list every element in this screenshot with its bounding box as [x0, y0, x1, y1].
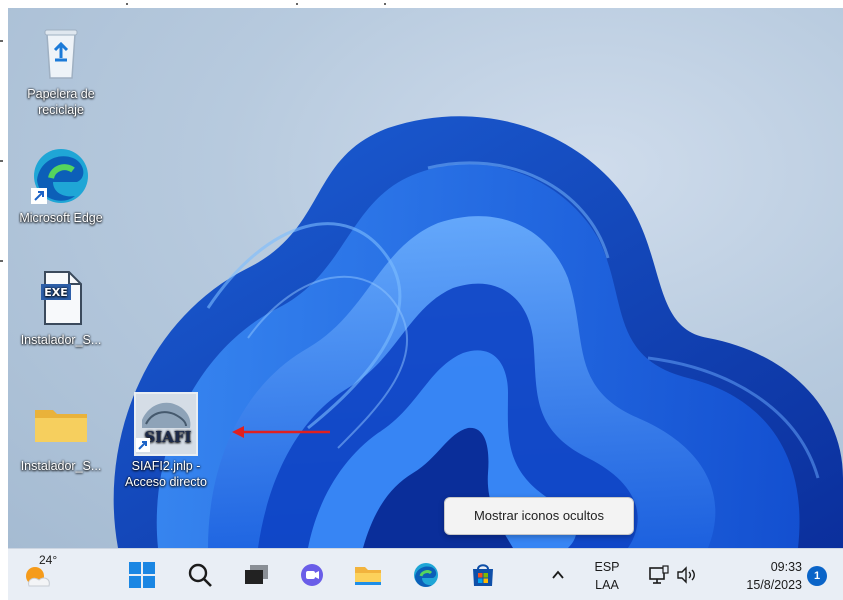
- network-button[interactable]: [645, 555, 673, 595]
- language-indicator[interactable]: ESP LAA: [592, 558, 622, 594]
- task-view-icon: [245, 565, 268, 584]
- annotation-arrow: [232, 426, 330, 438]
- desktop-icon-recycle-bin[interactable]: Papelera de reciclaje: [13, 20, 109, 118]
- start-button[interactable]: [122, 555, 162, 595]
- task-view-button[interactable]: [236, 555, 276, 595]
- network-icon: [649, 565, 669, 584]
- show-hidden-icons-button[interactable]: [541, 555, 575, 595]
- file-explorer-button[interactable]: [348, 555, 388, 595]
- speaker-icon: [677, 566, 695, 584]
- clock[interactable]: 09:33 15/8/2023: [720, 558, 802, 594]
- recycle-bin-icon: [29, 20, 93, 84]
- taskbar: 24° ESP LAA 09:33 15/8/2023 1: [8, 548, 843, 600]
- folder-icon: [29, 392, 93, 456]
- search-icon: [188, 563, 212, 587]
- edge-icon: [29, 144, 93, 208]
- siafi-logo-icon: SIAFI: [134, 392, 198, 456]
- store-icon: [473, 564, 493, 586]
- recycle-bin-label: Papelera de reciclaje: [27, 87, 95, 117]
- edge-mark: [0, 160, 3, 162]
- screen: Papelera de reciclaje Microsoft Edge EXE…: [8, 8, 843, 600]
- search-button[interactable]: [180, 555, 220, 595]
- desktop-icon-installer-exe[interactable]: EXE Instalador_S...: [13, 266, 109, 348]
- tooltip-text: Mostrar iconos ocultos: [473, 508, 605, 523]
- store-button[interactable]: [463, 555, 503, 595]
- weather-temperature: 24°: [39, 553, 58, 567]
- siafi-label: SIAFI2.jnlp - Acceso directo: [125, 459, 207, 489]
- chat-button[interactable]: [292, 555, 332, 595]
- edge-mark: [0, 260, 3, 262]
- notification-badge[interactable]: 1: [807, 566, 827, 586]
- chat-icon: [301, 564, 323, 586]
- volume-button[interactable]: [672, 555, 700, 595]
- edge-icon: [414, 563, 438, 587]
- clock-time: 09:33: [770, 560, 802, 574]
- desktop-icon-installer-folder[interactable]: Instalador_S...: [13, 392, 109, 474]
- chevron-up-icon: [552, 570, 564, 579]
- top-margin: [0, 0, 843, 8]
- exe-file-icon: EXE: [29, 266, 93, 330]
- language-code: ESP: [594, 560, 620, 574]
- file-explorer-icon: [355, 567, 381, 585]
- desktop-icon-siafi-shortcut[interactable]: SIAFI SIAFI2.jnlp - Acceso directo: [118, 392, 214, 490]
- desktop[interactable]: Papelera de reciclaje Microsoft Edge EXE…: [8, 8, 843, 548]
- edge-taskbar-button[interactable]: [406, 555, 446, 595]
- keyboard-layout: LAA: [595, 578, 619, 592]
- desktop-icon-microsoft-edge[interactable]: Microsoft Edge: [13, 144, 109, 226]
- notification-count: 1: [813, 570, 821, 582]
- svg-text:SIAFI: SIAFI: [144, 428, 191, 446]
- installer-folder-label: Instalador_S...: [20, 459, 102, 473]
- svg-text:EXE: EXE: [44, 286, 68, 299]
- edge-label: Microsoft Edge: [19, 211, 103, 225]
- windows-start-icon: [129, 562, 155, 588]
- installer-exe-label: Instalador_S...: [20, 333, 102, 347]
- show-hidden-icons-tooltip: Mostrar iconos ocultos: [444, 497, 634, 535]
- edge-mark: [0, 40, 3, 42]
- clock-date: 15/8/2023: [746, 578, 802, 592]
